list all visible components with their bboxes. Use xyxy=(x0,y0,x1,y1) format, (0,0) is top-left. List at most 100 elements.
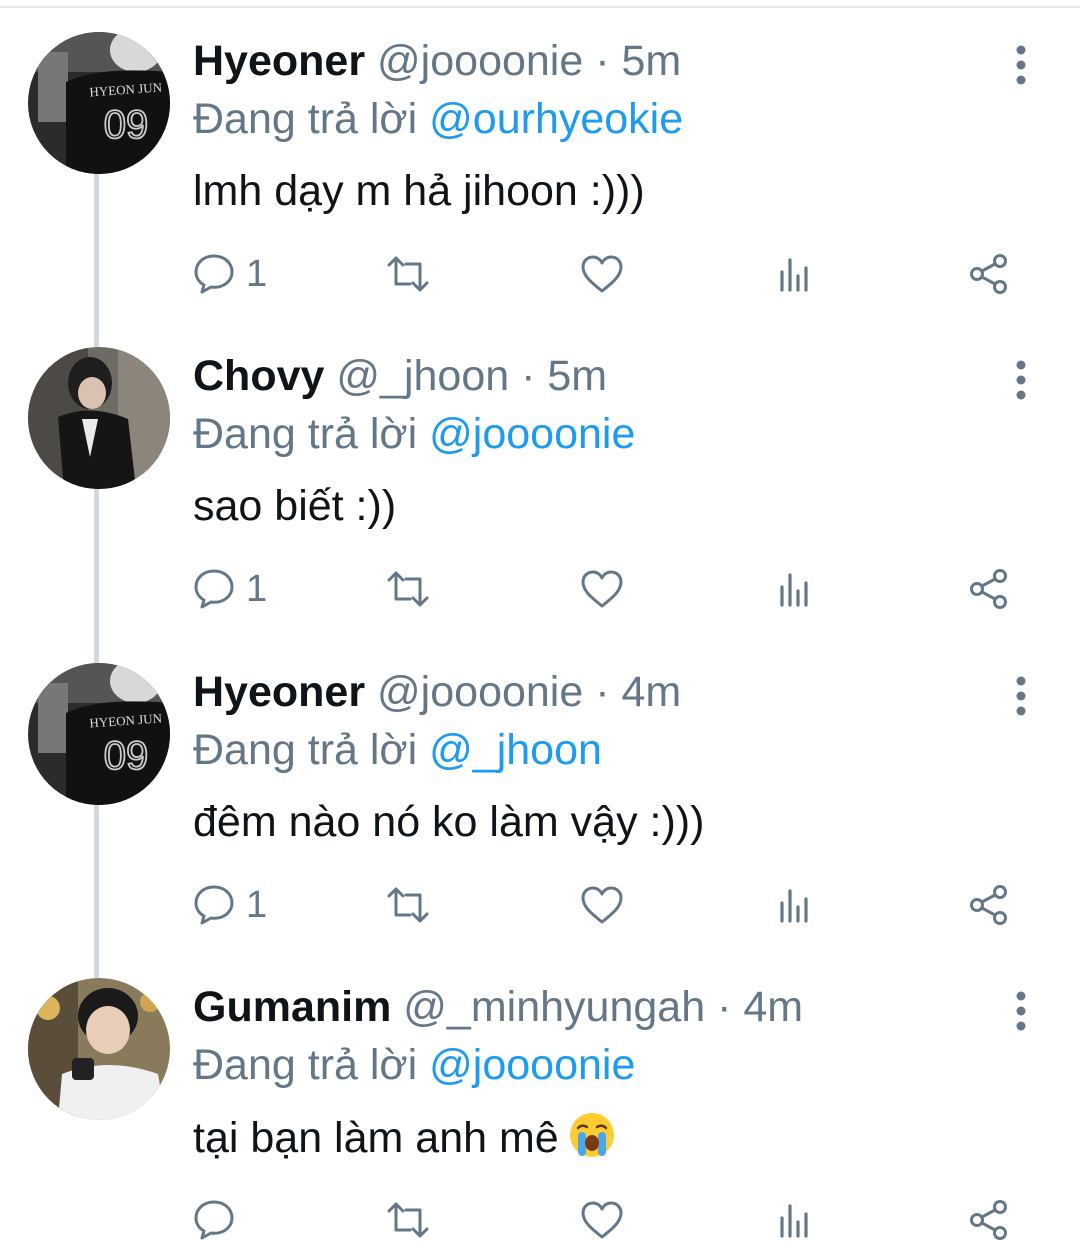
analytics-icon xyxy=(780,258,808,292)
user-handle[interactable]: @joooonie xyxy=(377,668,583,716)
reply-button[interactable]: 1 xyxy=(192,877,267,933)
more-vertical-icon[interactable] xyxy=(1004,355,1038,405)
display-name[interactable]: Hyeoner xyxy=(193,668,365,716)
share-icon xyxy=(970,254,1007,294)
more-vertical-icon[interactable] xyxy=(1004,986,1038,1036)
avatar[interactable]: HYEON JUN 09 xyxy=(28,663,170,805)
replying-to: Đang trả lời @joooonie xyxy=(193,407,635,461)
mention-link[interactable]: @_jhoon xyxy=(429,726,602,774)
replying-to-label: Đang trả lời xyxy=(193,410,418,458)
action-bar: 1 xyxy=(0,561,1080,617)
separator-dot: · xyxy=(595,37,610,85)
retweet-icon xyxy=(387,571,429,607)
action-bar xyxy=(0,1192,1080,1248)
action-bar: 1 xyxy=(0,246,1080,302)
analytics-button[interactable] xyxy=(774,246,818,302)
tweet[interactable]: HYEON JUN 09 Hyeoner @joooonie · 4m Đang… xyxy=(0,663,1080,979)
like-button[interactable] xyxy=(580,1192,624,1248)
like-button[interactable] xyxy=(580,877,624,933)
mention-link[interactable]: @ourhyeokie xyxy=(429,95,683,143)
retweet-icon xyxy=(387,256,429,292)
mention-link[interactable]: @joooonie xyxy=(429,410,635,458)
user-handle[interactable]: @_jhoon xyxy=(336,352,509,400)
analytics-button[interactable] xyxy=(774,1192,818,1248)
retweet-icon xyxy=(387,1202,429,1238)
separator-dot: · xyxy=(595,668,610,716)
analytics-icon xyxy=(780,1204,808,1238)
share-icon xyxy=(970,885,1007,925)
reply-icon xyxy=(194,254,234,294)
replying-to-label: Đang trả lời xyxy=(193,95,418,143)
reply-icon xyxy=(194,569,234,609)
like-button[interactable] xyxy=(580,246,624,302)
heart-icon xyxy=(581,886,623,924)
like-button[interactable] xyxy=(580,561,624,617)
replying-to-label: Đang trả lời xyxy=(193,1041,418,1089)
timestamp[interactable]: 4m xyxy=(622,668,682,716)
tweet-header: Hyeoner @joooonie · 4m xyxy=(193,665,681,719)
timestamp[interactable]: 5m xyxy=(622,37,682,85)
tweet-header: Hyeoner @joooonie · 5m xyxy=(193,34,681,88)
heart-icon xyxy=(581,570,623,608)
top-divider xyxy=(0,0,1080,8)
mention-link[interactable]: @joooonie xyxy=(429,1041,635,1089)
reply-count: 1 xyxy=(246,883,268,926)
avatar[interactable] xyxy=(28,347,170,489)
analytics-icon xyxy=(780,573,808,607)
user-handle[interactable]: @_minhyungah xyxy=(403,983,705,1031)
analytics-icon xyxy=(780,889,808,923)
svg-text:09: 09 xyxy=(104,734,149,778)
tweet-header: Gumanim @_minhyungah · 4m xyxy=(193,980,803,1034)
tweet[interactable]: Gumanim @_minhyungah · 4m Đang trả lời @… xyxy=(0,978,1080,1253)
tweet-text: tại bạn làm anh mê xyxy=(193,1110,617,1165)
analytics-button[interactable] xyxy=(774,561,818,617)
share-button[interactable] xyxy=(967,877,1011,933)
loudly-crying-face-icon xyxy=(569,1113,614,1157)
avatar[interactable]: HYEON JUN 09 xyxy=(28,32,170,174)
tweet[interactable]: Chovy @_jhoon · 5m Đang trả lời @jooooni… xyxy=(0,347,1080,663)
tweet[interactable]: HYEON JUN 09 Hyeoner @joooonie · 5m Đang… xyxy=(0,32,1080,348)
share-button[interactable] xyxy=(967,561,1011,617)
reply-button[interactable] xyxy=(192,1192,246,1248)
user-handle[interactable]: @joooonie xyxy=(377,37,583,85)
share-icon xyxy=(970,1200,1007,1240)
share-icon xyxy=(970,569,1007,609)
reply-count: 1 xyxy=(246,567,268,610)
tweet-text: đêm nào nó ko làm vậy :))) xyxy=(193,798,705,846)
reply-count: 1 xyxy=(246,252,268,295)
share-button[interactable] xyxy=(967,246,1011,302)
heart-icon xyxy=(581,1201,623,1239)
tweet-text: sao biết :)) xyxy=(193,482,397,530)
display-name[interactable]: Hyeoner xyxy=(193,37,365,85)
replying-to: Đang trả lời @_jhoon xyxy=(193,723,602,777)
separator-dot: · xyxy=(521,352,536,400)
retweet-button[interactable] xyxy=(386,561,430,617)
analytics-button[interactable] xyxy=(774,877,818,933)
retweet-button[interactable] xyxy=(386,246,430,302)
replying-to: Đang trả lời @ourhyeokie xyxy=(193,92,683,146)
timestamp[interactable]: 5m xyxy=(547,352,607,400)
retweet-icon xyxy=(387,887,429,923)
heart-icon xyxy=(581,255,623,293)
retweet-button[interactable] xyxy=(386,877,430,933)
avatar[interactable] xyxy=(28,978,170,1120)
retweet-button[interactable] xyxy=(386,1192,430,1248)
reply-button[interactable]: 1 xyxy=(192,561,267,617)
replying-to: Đang trả lời @joooonie xyxy=(193,1038,635,1092)
more-vertical-icon[interactable] xyxy=(1004,40,1038,90)
replying-to-label: Đang trả lời xyxy=(193,726,418,774)
reply-button[interactable]: 1 xyxy=(192,246,267,302)
share-button[interactable] xyxy=(967,1192,1011,1248)
timestamp[interactable]: 4m xyxy=(743,983,803,1031)
tweet-header: Chovy @_jhoon · 5m xyxy=(193,349,607,403)
separator-dot: · xyxy=(717,983,732,1031)
reply-icon xyxy=(194,885,234,925)
display-name[interactable]: Gumanim xyxy=(193,983,391,1031)
tweet-text: lmh dạy m hả jihoon :))) xyxy=(193,167,645,215)
svg-text:09: 09 xyxy=(104,103,149,147)
more-vertical-icon[interactable] xyxy=(1004,671,1038,721)
reply-icon xyxy=(194,1200,234,1240)
display-name[interactable]: Chovy xyxy=(193,352,324,400)
tweet-text-content: tại bạn làm anh mê xyxy=(193,1114,559,1162)
action-bar: 1 xyxy=(0,877,1080,933)
